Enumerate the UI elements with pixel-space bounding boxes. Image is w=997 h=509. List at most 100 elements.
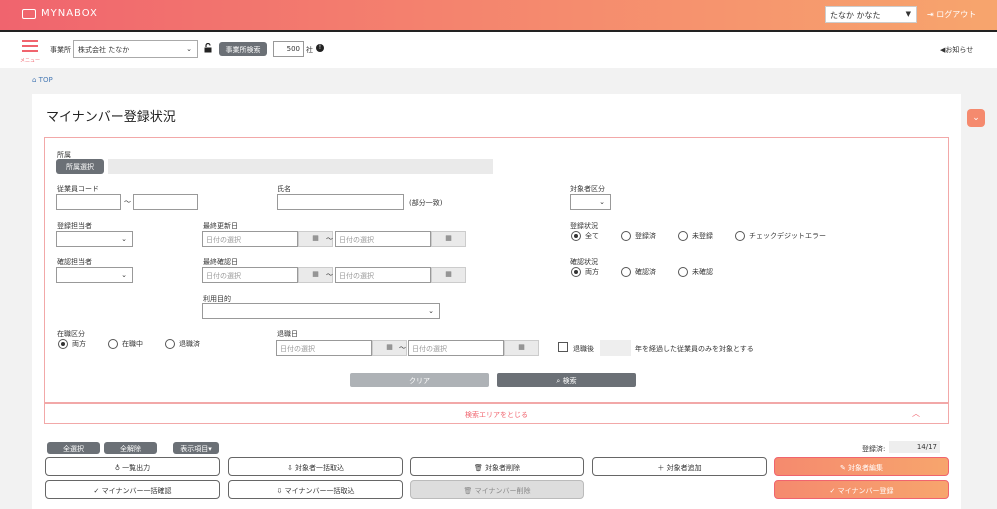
tilde: 〜 — [326, 271, 333, 279]
empcode-from-input[interactable] — [56, 194, 121, 210]
employment-both[interactable]: 両方 — [58, 339, 86, 349]
confirm-person-label: 確認担当者 — [57, 258, 92, 266]
bulk-confirm-label: マイナンバー一括確認 — [101, 487, 172, 495]
add-target-button[interactable]: ＋ 対象者追加 — [592, 457, 767, 476]
confirm-status-confirmed[interactable]: 確認済 — [621, 267, 656, 277]
retire-after-checkbox[interactable] — [558, 342, 568, 352]
office-search-button[interactable]: 事業所検索 — [219, 42, 267, 56]
confirm-person-select[interactable]: ⌄ — [56, 267, 133, 283]
target-label: 対象者区分 — [570, 185, 605, 193]
clear-button[interactable]: クリア — [350, 373, 489, 387]
unlock-icon[interactable] — [204, 43, 212, 53]
edit-target-button[interactable]: ✎ 対象者編集 — [774, 457, 949, 476]
bulk-import-mn-button[interactable]: ⇩ マイナンバー一括取込 — [228, 480, 403, 499]
last-confirm-label: 最終確認日 — [203, 258, 238, 266]
notice-link[interactable]: ◀お知らせ — [940, 45, 973, 55]
page-title: マイナンバー登録状況 — [46, 110, 176, 125]
import-targets-button[interactable]: ⇩ 対象者一括取込 — [228, 457, 403, 476]
retire-date-from[interactable]: 日付の選択 ▦ — [276, 340, 407, 356]
checkbox-icon — [558, 342, 568, 352]
delete-target-button[interactable]: 🗑 対象者削除 — [410, 457, 584, 476]
name-input[interactable] — [277, 194, 404, 210]
name-label: 氏名 — [277, 185, 291, 193]
radio-label: チェックデジットエラー — [749, 232, 826, 240]
employment-label: 在職区分 — [57, 330, 85, 338]
breadcrumb[interactable]: ⌂ TOP — [32, 76, 53, 84]
last-update-from[interactable]: 日付の選択 ▦ — [202, 231, 333, 247]
chevron-down-icon: ⌄ — [121, 235, 127, 243]
office-label: 事業所 — [50, 46, 71, 54]
delete-mn-label: マイナンバー削除 — [474, 487, 531, 495]
target-select[interactable]: ⌄ — [570, 194, 611, 210]
search-button[interactable]: ⌕ 検索 — [497, 373, 636, 387]
notice-label: お知らせ — [945, 46, 974, 54]
logout-link[interactable]: ⇥ ログアウト — [927, 9, 976, 20]
radio-icon — [58, 339, 68, 349]
chevron-down-icon: ⌄ — [121, 271, 127, 279]
last-confirm-from[interactable]: 日付の選択 ▦ — [202, 267, 333, 283]
radio-icon — [108, 339, 118, 349]
radio-label: 退職済 — [179, 340, 200, 348]
select-all-button[interactable]: 全選択 — [47, 442, 100, 454]
retire-after-suffix: 年を経過した従業員のみを対象とする — [635, 345, 754, 353]
delete-mn-button[interactable]: 🗑 マイナンバー削除 — [410, 480, 584, 499]
last-update-label: 最終更新日 — [203, 222, 238, 230]
dept-select-button[interactable]: 所属選択 — [56, 159, 104, 174]
reg-person-select[interactable]: ⌄ — [56, 231, 133, 247]
office-count-unit: 社 — [306, 46, 313, 54]
reg-status-registered[interactable]: 登録済 — [621, 231, 656, 241]
bulk-import-mn-label: マイナンバー一括取込 — [284, 487, 355, 495]
registered-count: 14/17 — [889, 441, 940, 453]
toggle-search-label: 検索エリアをとじる — [465, 411, 528, 419]
radio-icon — [571, 267, 581, 277]
purpose-select[interactable]: ⌄ — [202, 303, 440, 319]
tilde: 〜 — [326, 235, 333, 243]
chevron-down-icon: ⌄ — [599, 198, 605, 206]
date-placeholder: 日付の選択 — [206, 236, 241, 244]
confirm-status-both[interactable]: 両方 — [571, 267, 599, 277]
radio-icon — [621, 267, 631, 277]
office-select[interactable]: 株式会社 たなか ⌄ — [73, 40, 198, 58]
display-items-button[interactable]: 表示項目▾ — [173, 442, 219, 454]
date-placeholder: 日付の選択 — [280, 345, 315, 353]
reg-status-unregistered[interactable]: 未登録 — [678, 231, 713, 241]
employment-retired[interactable]: 退職済 — [165, 339, 200, 349]
last-confirm-to[interactable]: 日付の選択 ▦ — [335, 267, 466, 283]
reg-status-error[interactable]: チェックデジットエラー — [735, 231, 826, 241]
register-mn-button[interactable]: ✓ マイナンバー登録 — [774, 480, 949, 499]
logout-icon: ⇥ — [927, 10, 937, 19]
download-icon: ⇩ — [286, 464, 296, 472]
user-select[interactable]: たなか かなた ▼ — [825, 6, 917, 23]
reg-status-label: 登録状況 — [570, 222, 598, 230]
confirm-status-unconfirmed[interactable]: 未確認 — [678, 267, 713, 277]
user-name: たなか かなた — [830, 11, 881, 20]
retire-date-to[interactable]: 日付の選択 ▦ — [408, 340, 539, 356]
edit-icon: ✎ — [839, 464, 849, 472]
empcode-to-input[interactable] — [133, 194, 198, 210]
radio-label: 両方 — [72, 340, 86, 348]
check-icon: ✓ — [829, 487, 838, 495]
reg-status-all[interactable]: 全て — [571, 231, 599, 241]
calendar-icon[interactable]: ▦ — [431, 267, 466, 283]
plus-icon: ＋ — [657, 464, 667, 472]
employment-active[interactable]: 在職中 — [108, 339, 143, 349]
toggle-search-area[interactable]: 検索エリアをとじる ︿ — [44, 403, 949, 424]
radio-icon — [621, 231, 631, 241]
info-icon[interactable]: ! — [316, 44, 324, 52]
calendar-icon[interactable]: ▦ — [431, 231, 466, 247]
radio-label: 登録済 — [635, 232, 656, 240]
radio-icon — [678, 267, 688, 277]
retire-years-input[interactable] — [600, 340, 631, 356]
menu-icon[interactable] — [22, 40, 38, 55]
trash-icon: 🗑 — [473, 464, 486, 472]
export-button[interactable]: ♁ 一覧出力 — [45, 457, 220, 476]
bulk-confirm-button[interactable]: ✓ マイナンバー一括確認 — [45, 480, 220, 499]
edit-target-label: 対象者編集 — [848, 464, 884, 472]
calendar-icon[interactable]: ▦ — [504, 340, 539, 356]
last-update-to[interactable]: 日付の選択 ▦ — [335, 231, 466, 247]
radio-icon — [678, 231, 688, 241]
deselect-all-button[interactable]: 全解除 — [104, 442, 157, 454]
export-label: 一覧出力 — [122, 464, 151, 472]
chevron-down-icon[interactable]: ⌄ — [967, 109, 985, 127]
radio-icon — [735, 231, 745, 241]
